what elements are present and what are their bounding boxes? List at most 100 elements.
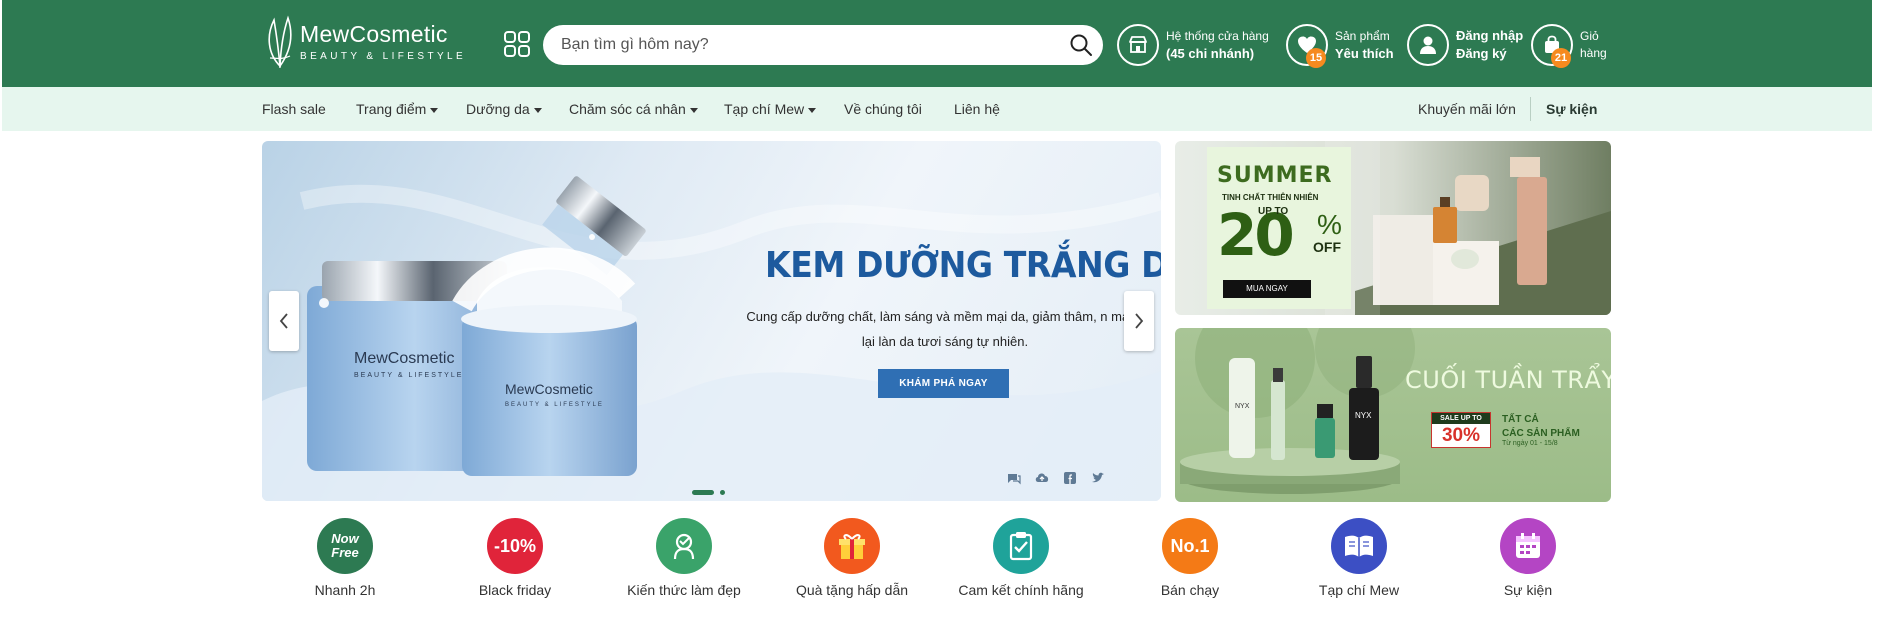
category-black-friday[interactable]: -10% Black friday: [430, 518, 600, 598]
search-input[interactable]: [561, 25, 1061, 65]
nav-item-events[interactable]: Sự kiện: [1546, 87, 1597, 131]
sale-label: SALE UP TO: [1432, 413, 1490, 424]
category-label: Sự kiện: [1503, 582, 1553, 598]
nav-label: Chăm sóc cá nhân: [569, 101, 686, 117]
caret-down-icon: [689, 107, 698, 113]
account-link[interactable]: Đăng nhập Đăng ký: [1407, 24, 1523, 66]
next-slide-button[interactable]: [1124, 291, 1154, 351]
jar-brand-1: MewCosmetic: [354, 350, 454, 367]
logo-name: MewCosmetic: [300, 20, 448, 47]
chevron-right-icon: [1135, 313, 1144, 329]
category-magazine[interactable]: Tạp chí Mew: [1274, 518, 1444, 598]
category-events[interactable]: Sự kiện: [1443, 518, 1613, 598]
nav-label: Dưỡng da: [466, 101, 530, 117]
category-label: Tạp chí Mew: [1318, 582, 1400, 598]
hero-title: KEM DƯỠNG TRẮNG DA: [765, 245, 1161, 286]
sale-text-line2: CÁC SẢN PHẨM: [1502, 428, 1580, 439]
hero-description: Cung cấp dưỡng chất, làm sáng và mềm mại…: [746, 309, 1144, 349]
explore-now-button[interactable]: KHÁM PHÁ NGAY: [878, 369, 1009, 398]
jar-tagline-2: BEAUTY & LIFESTYLE: [505, 402, 604, 408]
summer-percent: %: [1317, 209, 1342, 240]
discount-icon: -10%: [487, 518, 543, 574]
chevron-left-icon: [279, 313, 288, 329]
cart-sublabel: hàng: [1580, 46, 1607, 60]
free-text: Free: [331, 545, 359, 560]
category-grid-icon[interactable]: [504, 31, 530, 57]
weekend-festival-banner[interactable]: NYX NYX CUỐI TUẦN TRẨY HỘI SALE UP TO 30…: [1175, 328, 1611, 502]
category-authentic[interactable]: Cam kết chính hãng: [936, 518, 1106, 598]
summer-offer-card: SUMMER TINH CHẤT THIÊN NHIÊN 20 UP TO % …: [1207, 147, 1351, 309]
wishlist-count-badge: 15: [1306, 48, 1326, 68]
category-label: Quà tặng hấp dẫn: [795, 582, 909, 598]
cart-link[interactable]: 21 Giỏ hàng: [1531, 24, 1607, 68]
nav-label: Liên hệ: [954, 101, 1000, 117]
twitter-icon: [1092, 472, 1104, 483]
beauty-knowledge-icon: [656, 518, 712, 574]
nav-label: Flash sale: [262, 101, 326, 117]
calendar-icon: [1500, 518, 1556, 574]
nav-item-big-promo[interactable]: Khuyến mãi lớn: [1418, 87, 1516, 131]
summer-title: SUMMER: [1217, 163, 1333, 188]
stores-label: Hệ thống cửa hàng: [1166, 28, 1269, 43]
nav-item-contact[interactable]: Liên hệ: [954, 87, 1000, 131]
category-best-seller[interactable]: No.1 Bán chạy: [1105, 518, 1275, 598]
nav-label: Về chúng tôi: [844, 101, 922, 117]
cart-label: Giỏ: [1580, 29, 1599, 43]
nav-item-personal-care[interactable]: Chăm sóc cá nhân: [569, 87, 698, 131]
clipboard-check-icon: [993, 518, 1049, 574]
wishlist-sublabel: Yêu thích: [1335, 45, 1394, 61]
nav-item-makeup[interactable]: Trang điểm: [356, 87, 439, 131]
now-text: Now: [331, 531, 359, 546]
gift-icon: [824, 518, 880, 574]
category-gifts[interactable]: Quà tặng hấp dẫn: [767, 518, 937, 598]
summer-upto: UP TO: [1258, 206, 1289, 217]
search-icon[interactable]: [1069, 33, 1093, 57]
logo-tagline: BEAUTY & LIFESTYLE: [300, 50, 467, 62]
slide-indicator: [692, 490, 725, 495]
nav-item-about[interactable]: Về chúng tôi: [844, 87, 922, 131]
sale-value: 30%: [1441, 425, 1481, 446]
summer-off: OFF: [1313, 239, 1341, 255]
slide-dot[interactable]: [720, 490, 725, 495]
weekend-title: CUỐI TUẦN TRẨY HỘI: [1405, 366, 1611, 394]
wishlist-link[interactable]: 15 Sản phẩm Yêu thích: [1286, 24, 1394, 68]
logo[interactable]: MewCosmetic BEAUTY & LIFESTYLE: [264, 14, 466, 68]
main-nav: Flash sale Trang điểm Dưỡng da Chăm sóc …: [2, 87, 1872, 131]
nav-label: Trang điểm: [356, 101, 427, 117]
nyx-label-1: NYX: [1235, 403, 1250, 410]
summer-promo-banner[interactable]: SUMMER TINH CHẤT THIÊN NHIÊN 20 UP TO % …: [1175, 141, 1611, 315]
category-label: Bán chạy: [1160, 582, 1220, 598]
login-label[interactable]: Đăng nhập: [1456, 28, 1523, 43]
caret-down-icon: [533, 107, 542, 113]
top-header: MewCosmetic BEAUTY & LIFESTYLE Hệ thống …: [2, 0, 1872, 87]
register-label[interactable]: Đăng ký: [1456, 46, 1507, 61]
category-fast-delivery[interactable]: Now Free Nhanh 2h: [260, 518, 430, 598]
nav-item-flash-sale[interactable]: Flash sale: [262, 87, 326, 131]
chat-icon: [1008, 474, 1021, 485]
cart-count-badge: 21: [1551, 48, 1571, 68]
user-icon: [1420, 36, 1436, 54]
nav-divider: [1530, 97, 1531, 121]
nav-item-skincare[interactable]: Dưỡng da: [466, 87, 542, 131]
sale-text: TẤT CẢ CÁC SẢN PHẨM: [1502, 413, 1580, 441]
sale-text-line1: TẤT CẢ: [1502, 414, 1539, 425]
facebook-icon: [1064, 472, 1076, 484]
logo-leaf-icon: [268, 15, 292, 68]
nav-item-magazine[interactable]: Tạp chí Mew: [724, 87, 817, 131]
prev-slide-button[interactable]: [269, 291, 299, 351]
now-free-icon: Now Free: [317, 518, 373, 574]
book-icon: [1331, 518, 1387, 574]
slide-dot-active[interactable]: [692, 490, 714, 495]
hero-banner[interactable]: MewCosmetic BEAUTY & LIFESTYLE MewCosmet…: [262, 141, 1161, 501]
category-label: Cam kết chính hãng: [958, 582, 1084, 598]
sale-date: Từ ngày 01 - 15/8: [1502, 440, 1558, 447]
sale-box: SALE UP TO 30%: [1431, 412, 1491, 448]
jar-tagline-1: BEAUTY & LIFESTYLE: [354, 372, 463, 379]
cloud-upload-icon: [1035, 473, 1049, 482]
buy-now-button[interactable]: MUA NGAY: [1223, 280, 1311, 298]
caret-down-icon: [430, 107, 439, 113]
stores-count: (45 chi nhánh): [1166, 45, 1255, 61]
category-label: Black friday: [478, 582, 552, 598]
category-beauty-knowledge[interactable]: Kiến thức làm đẹp: [599, 518, 769, 598]
store-system-link[interactable]: Hệ thống cửa hàng (45 chi nhánh): [1117, 24, 1269, 66]
